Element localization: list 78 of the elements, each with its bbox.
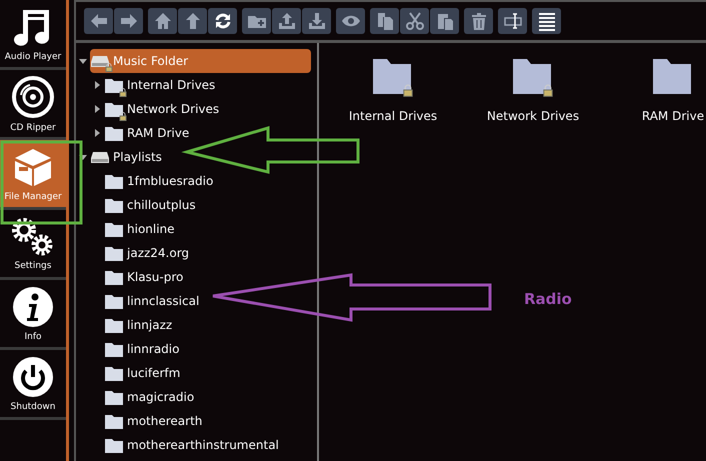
power-icon bbox=[12, 356, 54, 398]
toolbar-button[interactable] bbox=[148, 8, 177, 34]
folder-icon[interactable] bbox=[511, 57, 555, 99]
expanded-arrow-icon[interactable] bbox=[79, 153, 87, 161]
sidebar-item[interactable]: File Manager bbox=[0, 140, 66, 210]
tree-item[interactable]: jazz24.org bbox=[104, 241, 311, 265]
expanded-arrow-icon[interactable] bbox=[79, 57, 87, 65]
toolbar-button[interactable] bbox=[430, 8, 459, 34]
folder-label[interactable]: Internal Drives bbox=[348, 109, 438, 123]
scissors-icon bbox=[404, 11, 424, 31]
tree-item[interactable]: hionline bbox=[104, 217, 311, 241]
sidebar-item[interactable]: Info bbox=[0, 280, 66, 350]
folder-label[interactable]: Network Drives bbox=[486, 109, 580, 123]
folder-label[interactable]: RAM Drive bbox=[642, 109, 704, 123]
sidebar-item[interactable]: Settings bbox=[0, 210, 66, 280]
toolbar-button[interactable] bbox=[302, 8, 331, 34]
tree-item[interactable]: luciferfm bbox=[104, 361, 311, 385]
tree-item[interactable]: Network Drives bbox=[104, 97, 311, 121]
upload-icon bbox=[276, 11, 296, 31]
toolbar-button[interactable] bbox=[114, 8, 143, 34]
rename-icon bbox=[502, 11, 522, 31]
tree-item[interactable]: linnjazz bbox=[104, 313, 311, 337]
download-icon bbox=[306, 11, 326, 31]
tree-item[interactable]: chilloutplus bbox=[104, 193, 311, 217]
tree-item[interactable]: linnclassical bbox=[104, 289, 311, 313]
folder-icon bbox=[105, 414, 123, 428]
tree-item[interactable]: magicradio bbox=[104, 385, 311, 409]
toolbar-button[interactable] bbox=[242, 8, 271, 34]
folder-icon bbox=[105, 126, 123, 140]
toolbar-button[interactable] bbox=[400, 8, 429, 34]
collapsed-arrow-icon[interactable] bbox=[93, 129, 101, 137]
folder-icon bbox=[105, 78, 123, 92]
toolbar-button[interactable] bbox=[178, 8, 207, 34]
folder-icon bbox=[105, 294, 123, 308]
tree-item[interactable]: Klasu-pro bbox=[104, 265, 311, 289]
drive-icon bbox=[90, 150, 110, 164]
tree-item[interactable]: Internal Drives bbox=[104, 73, 311, 97]
toolbar-button[interactable] bbox=[498, 8, 527, 34]
tree-item[interactable]: Music Folder bbox=[90, 49, 311, 73]
tree-item[interactable]: motherearth bbox=[104, 409, 311, 433]
folder-icon bbox=[105, 342, 123, 356]
folder-icon bbox=[105, 102, 123, 116]
toolbar-button[interactable] bbox=[464, 8, 493, 34]
collapsed-arrow-icon[interactable] bbox=[93, 81, 101, 89]
folder-icon bbox=[105, 198, 123, 212]
drive-icon bbox=[90, 54, 110, 68]
collapsed-arrow-icon[interactable] bbox=[93, 105, 101, 113]
tree-item[interactable]: 1fmbluesradio bbox=[104, 169, 311, 193]
tree-item[interactable]: linnradio bbox=[104, 337, 311, 361]
folder-icon bbox=[105, 174, 123, 188]
sidebar-item[interactable]: CD Ripper bbox=[0, 70, 66, 140]
folder-icon bbox=[105, 270, 123, 284]
folder-icon[interactable] bbox=[371, 57, 415, 99]
folder-icon bbox=[105, 366, 123, 380]
toolbar-button[interactable] bbox=[208, 8, 237, 34]
gears-icon bbox=[11, 216, 55, 256]
toolbar-button[interactable] bbox=[336, 8, 365, 34]
tree-item[interactable]: RAM Drive bbox=[104, 121, 311, 145]
list-icon bbox=[536, 11, 556, 31]
disc-icon bbox=[11, 74, 55, 118]
info-icon bbox=[12, 286, 54, 328]
folder-icon bbox=[105, 246, 123, 260]
refresh-icon bbox=[212, 11, 232, 31]
folder-icon bbox=[105, 438, 123, 452]
forward-arrow-icon bbox=[118, 11, 138, 31]
sidebar-item[interactable]: Audio Player bbox=[0, 0, 66, 70]
sidebar-item[interactable]: Shutdown bbox=[0, 350, 66, 420]
annotation-label: Radio bbox=[524, 290, 572, 308]
toolbar-button[interactable] bbox=[370, 8, 399, 34]
toolbar-button[interactable] bbox=[84, 8, 113, 34]
folder-icon bbox=[105, 390, 123, 404]
tree-item[interactable]: Playlists bbox=[90, 145, 311, 169]
home-icon bbox=[152, 11, 172, 31]
folder-icon bbox=[105, 318, 123, 332]
folder-icon bbox=[105, 222, 123, 236]
toolbar-button[interactable] bbox=[532, 8, 561, 34]
toolbar-button[interactable] bbox=[272, 8, 301, 34]
tree-item[interactable]: motherearthinstrumental bbox=[104, 433, 311, 457]
